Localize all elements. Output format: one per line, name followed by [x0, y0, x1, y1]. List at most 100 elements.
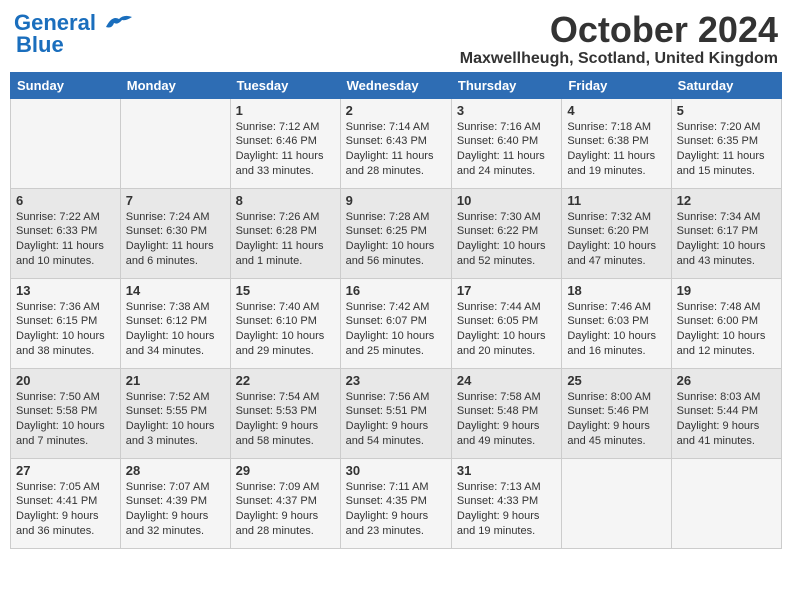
col-header-tuesday: Tuesday	[230, 72, 340, 98]
day-cell: 24 Sunrise: 7:58 AM Sunset: 5:48 PM Dayli…	[451, 368, 561, 458]
header-row: SundayMondayTuesdayWednesdayThursdayFrid…	[11, 72, 782, 98]
day-info: Sunrise: 7:44 AM Sunset: 6:05 PM Dayligh…	[457, 300, 556, 359]
day-info: Sunrise: 7:11 AM Sunset: 4:35 PM Dayligh…	[346, 480, 446, 539]
day-info: Sunrise: 7:26 AM Sunset: 6:28 PM Dayligh…	[236, 210, 335, 269]
day-number: 15	[236, 283, 335, 298]
day-number: 22	[236, 373, 335, 388]
day-info: Sunrise: 7:09 AM Sunset: 4:37 PM Dayligh…	[236, 480, 335, 539]
day-cell: 20 Sunrise: 7:50 AM Sunset: 5:58 PM Dayli…	[11, 368, 121, 458]
day-number: 21	[126, 373, 225, 388]
day-info: Sunrise: 7:48 AM Sunset: 6:00 PM Dayligh…	[677, 300, 776, 359]
day-info: Sunrise: 7:40 AM Sunset: 6:10 PM Dayligh…	[236, 300, 335, 359]
location: Maxwellheugh, Scotland, United Kingdom	[460, 50, 778, 68]
day-cell: 15 Sunrise: 7:40 AM Sunset: 6:10 PM Dayli…	[230, 278, 340, 368]
day-cell: 17 Sunrise: 7:44 AM Sunset: 6:05 PM Dayli…	[451, 278, 561, 368]
day-number: 26	[677, 373, 776, 388]
day-number: 29	[236, 463, 335, 478]
day-info: Sunrise: 8:03 AM Sunset: 5:44 PM Dayligh…	[677, 390, 776, 449]
day-number: 20	[16, 373, 115, 388]
day-number: 23	[346, 373, 446, 388]
day-number: 31	[457, 463, 556, 478]
day-number: 30	[346, 463, 446, 478]
day-number: 3	[457, 103, 556, 118]
day-number: 4	[567, 103, 665, 118]
week-row-2: 6 Sunrise: 7:22 AM Sunset: 6:33 PM Daylig…	[11, 188, 782, 278]
week-row-1: 1Sunrise: 7:12 AM Sunset: 6:46 PM Daylig…	[11, 98, 782, 188]
day-number: 6	[16, 193, 115, 208]
day-info: Sunrise: 7:52 AM Sunset: 5:55 PM Dayligh…	[126, 390, 225, 449]
day-info: Sunrise: 7:34 AM Sunset: 6:17 PM Dayligh…	[677, 210, 776, 269]
logo-blue: Blue	[14, 32, 64, 58]
day-info: Sunrise: 7:16 AM Sunset: 6:40 PM Dayligh…	[457, 120, 556, 179]
day-cell	[562, 458, 671, 548]
col-header-sunday: Sunday	[11, 72, 121, 98]
day-cell: 8 Sunrise: 7:26 AM Sunset: 6:28 PM Daylig…	[230, 188, 340, 278]
day-info: Sunrise: 7:36 AM Sunset: 6:15 PM Dayligh…	[16, 300, 115, 359]
col-header-friday: Friday	[562, 72, 671, 98]
day-cell: 25 Sunrise: 8:00 AM Sunset: 5:46 PM Dayli…	[562, 368, 671, 458]
day-cell: 21 Sunrise: 7:52 AM Sunset: 5:55 PM Dayli…	[120, 368, 230, 458]
day-info: Sunrise: 7:38 AM Sunset: 6:12 PM Dayligh…	[126, 300, 225, 359]
logo-bird-icon	[104, 13, 134, 35]
day-info: Sunrise: 7:12 AM Sunset: 6:46 PM Dayligh…	[236, 120, 335, 179]
day-number: 10	[457, 193, 556, 208]
day-cell	[11, 98, 121, 188]
day-info: Sunrise: 7:28 AM Sunset: 6:25 PM Dayligh…	[346, 210, 446, 269]
week-row-4: 20 Sunrise: 7:50 AM Sunset: 5:58 PM Dayli…	[11, 368, 782, 458]
page-header: General Blue October 2024 Maxwellheugh, …	[10, 10, 782, 68]
day-cell: 10 Sunrise: 7:30 AM Sunset: 6:22 PM Dayli…	[451, 188, 561, 278]
day-number: 19	[677, 283, 776, 298]
day-info: Sunrise: 7:07 AM Sunset: 4:39 PM Dayligh…	[126, 480, 225, 539]
day-number: 27	[16, 463, 115, 478]
day-info: Sunrise: 7:24 AM Sunset: 6:30 PM Dayligh…	[126, 210, 225, 269]
week-row-3: 13Sunrise: 7:36 AM Sunset: 6:15 PM Dayli…	[11, 278, 782, 368]
day-info: Sunrise: 7:30 AM Sunset: 6:22 PM Dayligh…	[457, 210, 556, 269]
day-cell: 29 Sunrise: 7:09 AM Sunset: 4:37 PM Dayli…	[230, 458, 340, 548]
day-info: Sunrise: 7:54 AM Sunset: 5:53 PM Dayligh…	[236, 390, 335, 449]
day-cell: 23 Sunrise: 7:56 AM Sunset: 5:51 PM Dayli…	[340, 368, 451, 458]
col-header-thursday: Thursday	[451, 72, 561, 98]
day-cell	[120, 98, 230, 188]
day-number: 28	[126, 463, 225, 478]
col-header-saturday: Saturday	[671, 72, 781, 98]
day-cell: 6 Sunrise: 7:22 AM Sunset: 6:33 PM Daylig…	[11, 188, 121, 278]
day-info: Sunrise: 8:00 AM Sunset: 5:46 PM Dayligh…	[567, 390, 665, 449]
day-cell: 26 Sunrise: 8:03 AM Sunset: 5:44 PM Dayli…	[671, 368, 781, 458]
col-header-wednesday: Wednesday	[340, 72, 451, 98]
day-info: Sunrise: 7:22 AM Sunset: 6:33 PM Dayligh…	[16, 210, 115, 269]
day-cell: 5 Sunrise: 7:20 AM Sunset: 6:35 PM Daylig…	[671, 98, 781, 188]
day-cell: 18 Sunrise: 7:46 AM Sunset: 6:03 PM Dayli…	[562, 278, 671, 368]
day-cell: 12 Sunrise: 7:34 AM Sunset: 6:17 PM Dayli…	[671, 188, 781, 278]
day-info: Sunrise: 7:58 AM Sunset: 5:48 PM Dayligh…	[457, 390, 556, 449]
month-title: October 2024	[460, 10, 778, 50]
day-info: Sunrise: 7:46 AM Sunset: 6:03 PM Dayligh…	[567, 300, 665, 359]
day-info: Sunrise: 7:05 AM Sunset: 4:41 PM Dayligh…	[16, 480, 115, 539]
day-number: 16	[346, 283, 446, 298]
day-cell: 3 Sunrise: 7:16 AM Sunset: 6:40 PM Daylig…	[451, 98, 561, 188]
day-cell: 22 Sunrise: 7:54 AM Sunset: 5:53 PM Dayli…	[230, 368, 340, 458]
day-info: Sunrise: 7:50 AM Sunset: 5:58 PM Dayligh…	[16, 390, 115, 449]
day-number: 18	[567, 283, 665, 298]
day-number: 25	[567, 373, 665, 388]
day-number: 2	[346, 103, 446, 118]
day-info: Sunrise: 7:18 AM Sunset: 6:38 PM Dayligh…	[567, 120, 665, 179]
day-number: 8	[236, 193, 335, 208]
col-header-monday: Monday	[120, 72, 230, 98]
day-info: Sunrise: 7:56 AM Sunset: 5:51 PM Dayligh…	[346, 390, 446, 449]
day-info: Sunrise: 7:13 AM Sunset: 4:33 PM Dayligh…	[457, 480, 556, 539]
day-number: 24	[457, 373, 556, 388]
day-cell: 4 Sunrise: 7:18 AM Sunset: 6:38 PM Daylig…	[562, 98, 671, 188]
day-cell: 2Sunrise: 7:14 AM Sunset: 6:43 PM Daylig…	[340, 98, 451, 188]
calendar-table: SundayMondayTuesdayWednesdayThursdayFrid…	[10, 72, 782, 549]
day-cell: 28 Sunrise: 7:07 AM Sunset: 4:39 PM Dayli…	[120, 458, 230, 548]
day-number: 5	[677, 103, 776, 118]
day-number: 12	[677, 193, 776, 208]
day-number: 7	[126, 193, 225, 208]
day-info: Sunrise: 7:20 AM Sunset: 6:35 PM Dayligh…	[677, 120, 776, 179]
day-cell: 27 Sunrise: 7:05 AM Sunset: 4:41 PM Dayli…	[11, 458, 121, 548]
day-number: 17	[457, 283, 556, 298]
day-number: 14	[126, 283, 225, 298]
title-block: October 2024 Maxwellheugh, Scotland, Uni…	[460, 10, 778, 68]
day-cell: 1Sunrise: 7:12 AM Sunset: 6:46 PM Daylig…	[230, 98, 340, 188]
day-number: 11	[567, 193, 665, 208]
